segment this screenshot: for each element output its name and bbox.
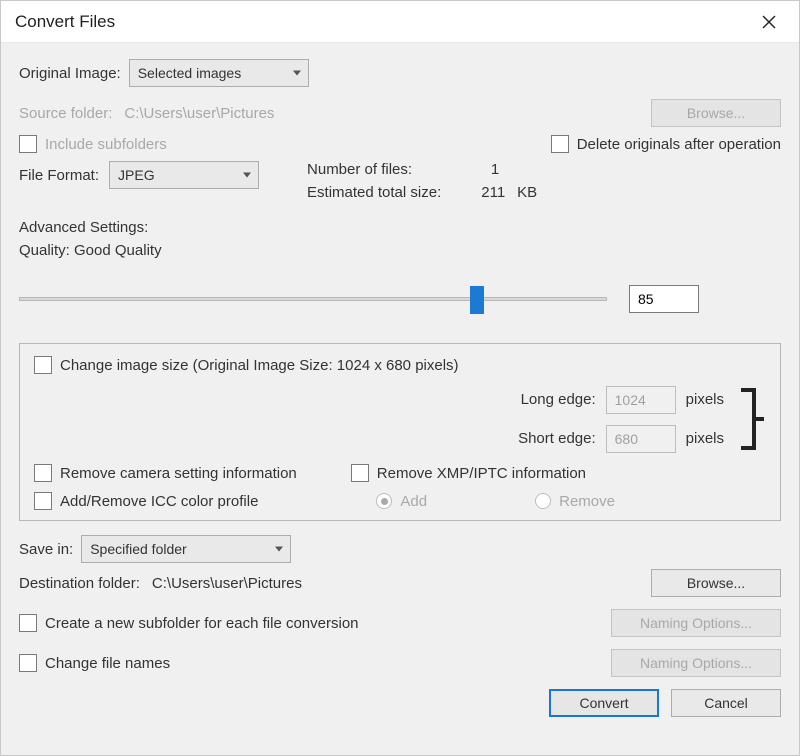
quality-slider-row xyxy=(19,285,781,313)
subfolders-row: Include subfolders Delete originals afte… xyxy=(19,135,781,153)
remove-camera-checkbox[interactable] xyxy=(34,464,52,482)
save-in-row: Save in: Specified folder xyxy=(19,535,781,563)
stats-grid: Number of files: 1 Estimated total size:… xyxy=(307,161,537,201)
create-subfolder-row: Create a new subfolder for each file con… xyxy=(19,609,781,637)
settings-group: Change image size (Original Image Size: … xyxy=(19,343,781,521)
save-in-label: Save in: xyxy=(19,541,73,558)
est-size-value: 211 xyxy=(481,184,505,201)
dialog-body: Original Image: Selected images Source f… xyxy=(1,43,799,755)
short-edge-label: Short edge: xyxy=(174,430,596,447)
browse-dest-button[interactable]: Browse... xyxy=(651,569,781,597)
convert-files-dialog: Convert Files Original Image: Selected i… xyxy=(0,0,800,756)
source-folder-path: C:\Users\user\Pictures xyxy=(124,105,274,122)
long-edge-unit: pixels xyxy=(686,391,724,408)
icc-add-radio xyxy=(376,493,392,509)
change-size-label: Change image size (Original Image Size: … xyxy=(60,357,459,374)
save-in-dropdown[interactable]: Specified folder xyxy=(81,535,291,563)
titlebar: Convert Files xyxy=(1,1,799,43)
short-edge-input[interactable] xyxy=(606,425,676,453)
icc-label: Add/Remove ICC color profile xyxy=(60,493,258,510)
link-bracket-icon xyxy=(740,384,766,454)
original-image-dropdown[interactable]: Selected images xyxy=(129,59,309,87)
remove-xmp-checkbox[interactable] xyxy=(351,464,369,482)
est-size-unit: KB xyxy=(517,184,537,201)
icc-checkbox[interactable] xyxy=(34,492,52,510)
change-filenames-checkbox[interactable] xyxy=(19,654,37,672)
change-filenames-label: Change file names xyxy=(45,655,170,672)
short-edge-unit: pixels xyxy=(686,430,724,447)
convert-button[interactable]: Convert xyxy=(549,689,659,717)
remove-info-row: Remove camera setting information Remove… xyxy=(34,464,766,482)
close-icon xyxy=(762,15,776,29)
create-subfolder-label: Create a new subfolder for each file con… xyxy=(45,615,359,632)
delete-originals-checkbox[interactable] xyxy=(551,135,569,153)
dest-folder-path: C:\Users\user\Pictures xyxy=(152,575,302,592)
dialog-title: Convert Files xyxy=(15,12,749,32)
original-image-label: Original Image: xyxy=(19,65,121,82)
num-files-label: Number of files: xyxy=(307,161,441,178)
file-format-row: File Format: JPEG Number of files: 1 Est… xyxy=(19,161,781,201)
long-edge-input[interactable] xyxy=(606,386,676,414)
include-subfolders-checkbox[interactable] xyxy=(19,135,37,153)
change-size-row: Change image size (Original Image Size: … xyxy=(34,356,766,374)
icc-add-label: Add xyxy=(400,493,427,510)
close-button[interactable] xyxy=(749,4,789,40)
change-size-checkbox[interactable] xyxy=(34,356,52,374)
dest-folder-label: Destination folder: xyxy=(19,575,140,592)
naming-options-subfolder-button: Naming Options... xyxy=(611,609,781,637)
slider-thumb[interactable] xyxy=(470,286,484,314)
remove-camera-label: Remove camera setting information xyxy=(60,465,297,482)
create-subfolder-checkbox[interactable] xyxy=(19,614,37,632)
dest-folder-row: Destination folder: C:\Users\user\Pictur… xyxy=(19,569,781,597)
num-files-value: 1 xyxy=(481,161,537,178)
browse-source-button: Browse... xyxy=(651,99,781,127)
remove-xmp-label: Remove XMP/IPTC information xyxy=(377,465,586,482)
quality-value-input[interactable] xyxy=(629,285,699,313)
est-size-label: Estimated total size: xyxy=(307,184,441,201)
advanced-heading: Advanced Settings: xyxy=(19,219,781,236)
file-format-dropdown[interactable]: JPEG xyxy=(109,161,259,189)
size-grid: Long edge: pixels Short edge: pixels xyxy=(174,384,766,454)
file-format-label: File Format: xyxy=(19,167,99,184)
change-filenames-row: Change file names Naming Options... xyxy=(19,649,781,677)
icc-remove-radio xyxy=(535,493,551,509)
icc-remove-label: Remove xyxy=(559,493,615,510)
quality-slider[interactable] xyxy=(19,297,607,301)
naming-options-files-button: Naming Options... xyxy=(611,649,781,677)
source-folder-row: Source folder: C:\Users\user\Pictures Br… xyxy=(19,99,781,127)
icc-row: Add/Remove ICC color profile Add Remove xyxy=(34,492,766,510)
include-subfolders-label: Include subfolders xyxy=(45,136,167,153)
footer-buttons: Convert Cancel xyxy=(19,689,781,717)
source-folder-label: Source folder: xyxy=(19,105,112,122)
original-image-row: Original Image: Selected images xyxy=(19,59,781,87)
quality-label: Quality: Good Quality xyxy=(19,242,781,259)
cancel-button[interactable]: Cancel xyxy=(671,689,781,717)
delete-originals-label: Delete originals after operation xyxy=(577,136,781,153)
long-edge-label: Long edge: xyxy=(174,391,596,408)
